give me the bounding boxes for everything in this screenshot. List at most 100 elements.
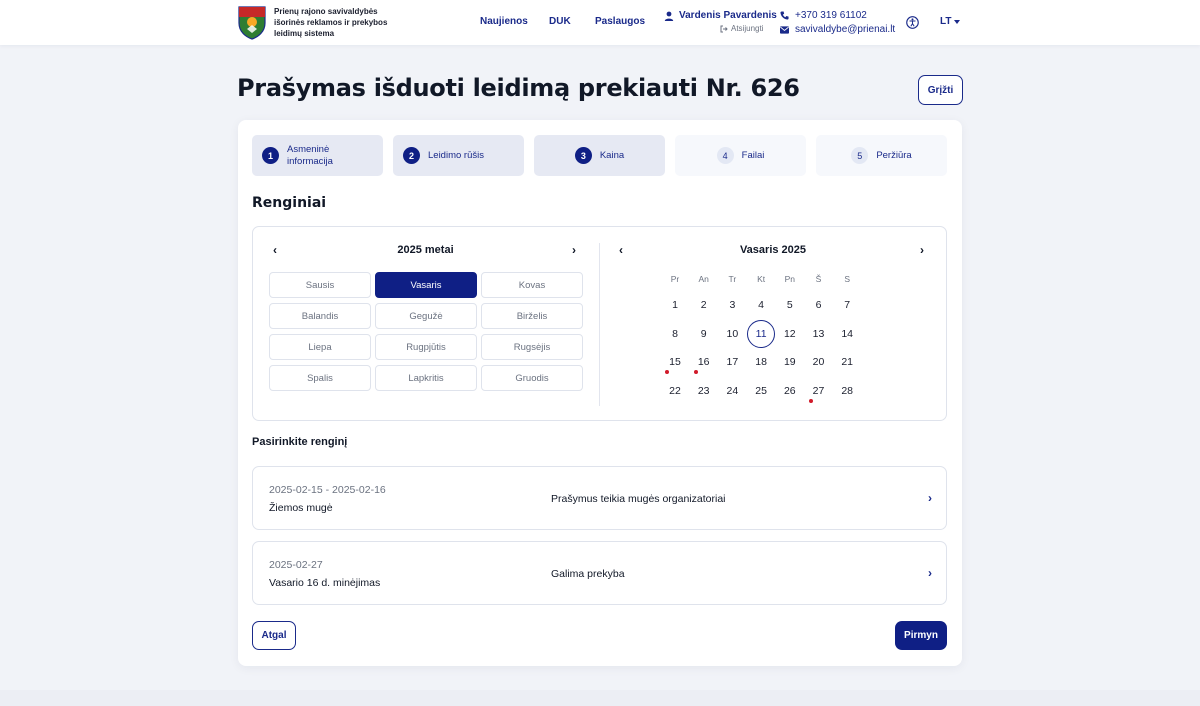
calendar-day[interactable]: 8	[661, 320, 689, 348]
calendar-day[interactable]: 18	[747, 348, 775, 376]
month-button[interactable]: Rugsėjis	[481, 334, 583, 360]
month-button[interactable]: Vasaris	[375, 272, 477, 298]
page-title: Prašymas išduoti leidimą prekiauti Nr. 6…	[237, 74, 800, 102]
calendar-day[interactable]: 20	[805, 348, 833, 376]
calendar-day[interactable]: 14	[833, 320, 861, 348]
month-button[interactable]: Birželis	[481, 303, 583, 329]
step-personal-info[interactable]: 1 Asmeninė informacija	[252, 135, 383, 176]
weekday-label: S	[844, 274, 851, 284]
calendar-day[interactable]: 19	[776, 348, 804, 376]
back-button[interactable]: Grįžti	[918, 75, 963, 105]
calendar-day[interactable]: 24	[718, 377, 746, 405]
phone-icon	[780, 11, 789, 20]
calendar-day[interactable]: 13	[805, 320, 833, 348]
next-month-chevron-icon[interactable]: ›	[920, 243, 924, 257]
calendar-day[interactable]: 3	[718, 291, 746, 319]
step-review[interactable]: 5 Peržiūra	[816, 135, 947, 176]
month-button[interactable]: Spalis	[269, 365, 371, 391]
calendar-day[interactable]: 7	[833, 291, 861, 319]
calendar-day[interactable]: 26	[776, 377, 804, 405]
logout-link[interactable]: Atsijungti	[720, 24, 763, 33]
weekday-label: Kt	[757, 274, 766, 284]
step-label: Leidimo rūšis	[428, 149, 484, 161]
event-note: Galima prekyba	[551, 568, 625, 580]
calendar-box: ‹ 2025 metai › Sausis Vasaris Kovas Balandi…	[252, 226, 947, 421]
month-button[interactable]: Gegužė	[375, 303, 477, 329]
calendar-day[interactable]: 9	[690, 320, 718, 348]
step-number: 4	[716, 147, 734, 164]
step-files[interactable]: 4 Failai	[675, 135, 806, 176]
user-icon	[664, 11, 674, 21]
calendar-day[interactable]: 21	[833, 348, 861, 376]
next-year-chevron-icon[interactable]: ›	[572, 243, 576, 257]
month-button[interactable]: Gruodis	[481, 365, 583, 391]
logout-icon	[720, 25, 728, 32]
event-name: Žiemos mugė	[269, 502, 333, 514]
chevron-right-icon: ›	[928, 566, 932, 580]
language-label: LT	[940, 16, 952, 27]
calendar-day[interactable]: 4	[747, 291, 775, 319]
select-event-title: Pasirinkite renginį	[252, 436, 348, 448]
step-price[interactable]: 3 Kaina	[534, 135, 665, 176]
step-number: 2	[403, 147, 420, 164]
calendar-day[interactable]: 17	[718, 348, 746, 376]
previous-step-button[interactable]: Atgal	[252, 621, 296, 650]
month-button[interactable]: Kovas	[481, 272, 583, 298]
step-label: Kaina	[599, 149, 625, 161]
step-number: 5	[851, 147, 869, 164]
weekday-label: Pn	[784, 274, 795, 284]
weekday-label: An	[698, 274, 709, 284]
logout-label: Atsijungti	[731, 24, 764, 33]
nav-services-link[interactable]: Paslaugos	[595, 16, 645, 27]
step-label: Peržiūra	[876, 149, 912, 161]
email-contact[interactable]: savivaldybe@prienai.lt	[780, 24, 895, 35]
top-header: Prienų rajono savivaldybės išorinės rekl…	[0, 0, 1200, 45]
event-date: 2025-02-15 - 2025-02-16	[269, 484, 386, 496]
org-name: Prienų rajono savivaldybės išorinės rekl…	[274, 7, 388, 38]
events-section-title: Renginiai	[252, 195, 327, 211]
phone-contact[interactable]: +370 319 61102	[780, 10, 867, 21]
prev-year-chevron-icon[interactable]: ‹	[273, 243, 277, 257]
month-button[interactable]: Sausis	[269, 272, 371, 298]
calendar-day[interactable]: 1	[661, 291, 689, 319]
nav-news-link[interactable]: Naujienos	[480, 16, 528, 27]
calendar-day[interactable]: 5	[776, 291, 804, 319]
event-row[interactable]: 2025-02-15 - 2025-02-16 Žiemos mugė Praš…	[252, 466, 947, 530]
nav-faq-link[interactable]: DUK	[549, 16, 571, 27]
year-label: 2025 metai	[397, 244, 454, 256]
month-button[interactable]: Liepa	[269, 334, 371, 360]
event-date: 2025-02-27	[269, 559, 323, 571]
chevron-right-icon: ›	[928, 491, 932, 505]
month-button[interactable]: Lapkritis	[375, 365, 477, 391]
event-name: Vasario 16 d. minėjimas	[269, 577, 381, 589]
accessibility-icon[interactable]	[906, 16, 919, 29]
step-number: 3	[574, 147, 592, 164]
weekday-label: Pr	[670, 274, 680, 284]
next-step-button[interactable]: Pirmyn	[895, 621, 947, 650]
event-note: Prašymus teikia mugės organizatoriai	[551, 493, 726, 505]
step-permit-type[interactable]: 2 Leidimo rūšis	[393, 135, 524, 176]
user-menu[interactable]: Vardenis Pavardenis	[664, 10, 777, 21]
coat-of-arms-logo[interactable]	[237, 5, 267, 40]
step-number: 1	[262, 147, 279, 164]
step-label: Failai	[741, 149, 765, 161]
month-button[interactable]: Balandis	[269, 303, 371, 329]
phone-number: +370 319 61102	[795, 10, 867, 21]
calendar-day[interactable]: 22	[661, 377, 689, 405]
language-selector[interactable]: LT	[940, 16, 961, 27]
calendar-day[interactable]: 6	[805, 291, 833, 319]
event-row[interactable]: 2025-02-27 Vasario 16 d. minėjimas Galim…	[252, 541, 947, 605]
calendar-day[interactable]: 28	[833, 377, 861, 405]
calendar-day[interactable]: 2	[690, 291, 718, 319]
calendar-day[interactable]: 25	[747, 377, 775, 405]
prev-month-chevron-icon[interactable]: ‹	[619, 243, 623, 257]
calendar-divider	[599, 243, 600, 406]
event-marker-dot	[808, 399, 813, 404]
calendar-day[interactable]: 12	[776, 320, 804, 348]
email-address: savivaldybe@prienai.lt	[795, 24, 896, 35]
calendar-day[interactable]: 10	[718, 320, 746, 348]
calendar-day[interactable]: 11	[747, 319, 776, 348]
step-label: Asmeninė informacija	[287, 143, 333, 167]
month-button[interactable]: Rugpjūtis	[375, 334, 477, 360]
calendar-day[interactable]: 23	[690, 377, 718, 405]
